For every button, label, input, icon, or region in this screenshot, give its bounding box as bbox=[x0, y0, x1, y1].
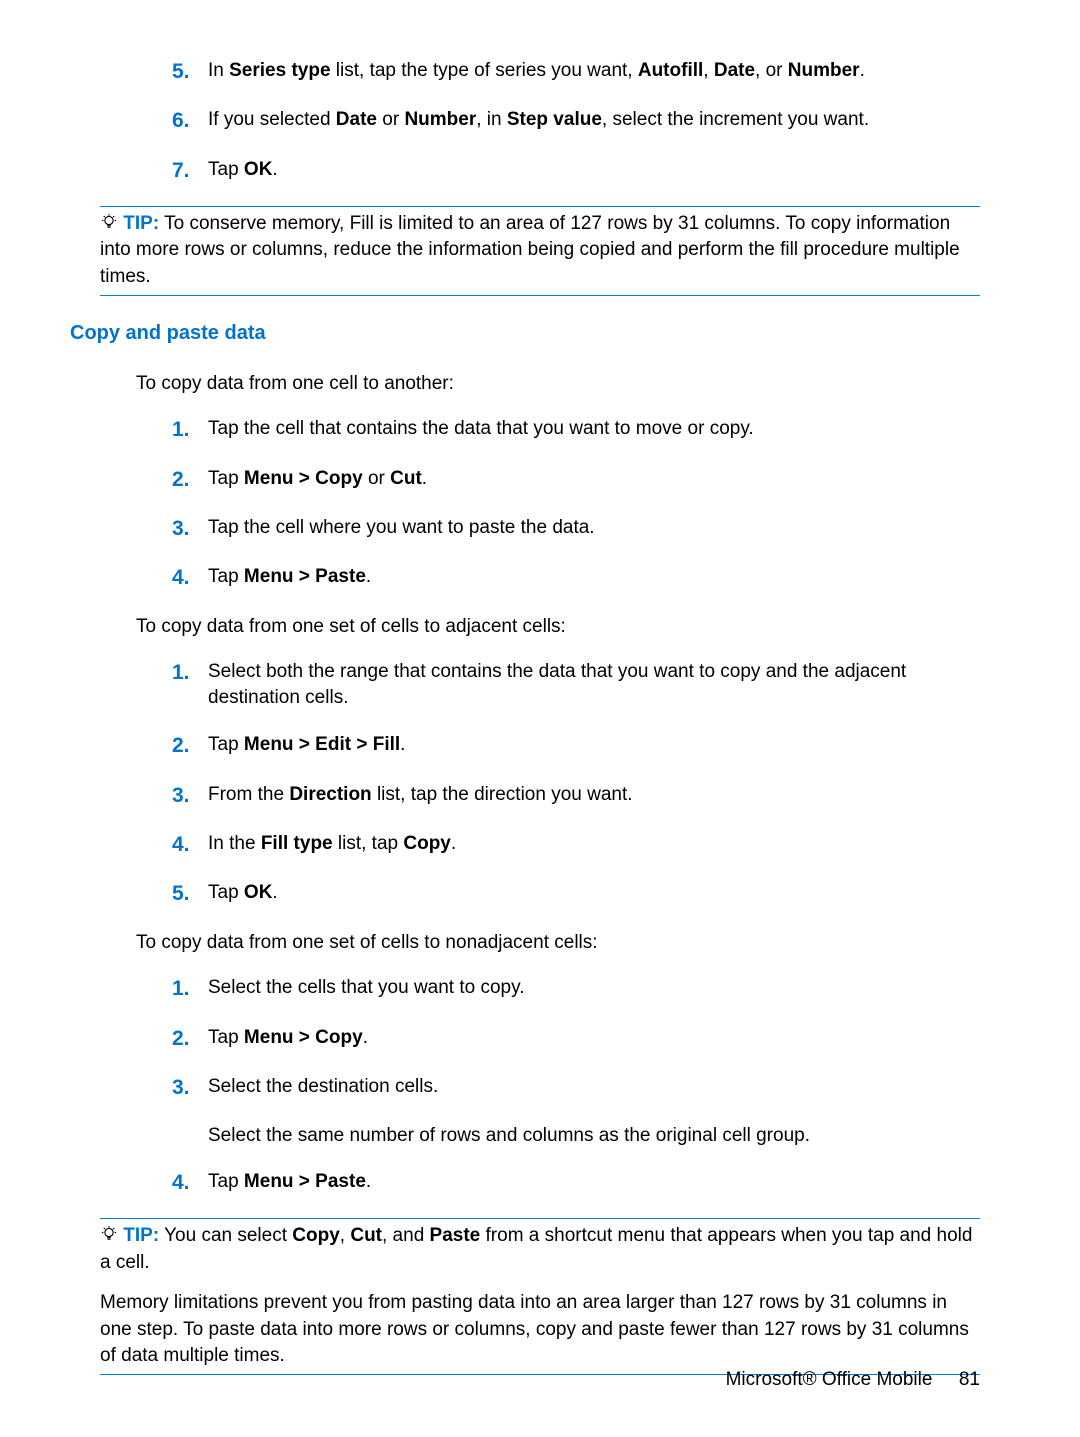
list-item: 3.Select the destination cells. bbox=[172, 1074, 980, 1101]
list-number: 3. bbox=[172, 1074, 208, 1101]
list-item: 2.Tap Menu > Edit > Fill. bbox=[172, 732, 980, 759]
list-number: 5. bbox=[172, 58, 208, 85]
ordered-list-3: 1.Select both the range that contains th… bbox=[100, 659, 980, 907]
lightbulb-icon bbox=[100, 1225, 118, 1243]
list-text: Tap the cell where you want to paste the… bbox=[208, 515, 595, 542]
tip-extra-text: Memory limitations prevent you from past… bbox=[100, 1290, 980, 1370]
ordered-list-2: 1.Tap the cell that contains the data th… bbox=[100, 416, 980, 591]
lightbulb-icon bbox=[100, 213, 118, 231]
list-text: Select the destination cells. bbox=[208, 1074, 438, 1101]
list-number: 2. bbox=[172, 1025, 208, 1052]
list-item: 2.Tap Menu > Copy or Cut. bbox=[172, 466, 980, 493]
list-item: 6.If you selected Date or Number, in Ste… bbox=[172, 107, 980, 134]
list-text: Select the cells that you want to copy. bbox=[208, 975, 525, 1002]
list-number: 6. bbox=[172, 107, 208, 134]
ordered-list-1: 5.In Series type list, tap the type of s… bbox=[100, 58, 980, 184]
paragraph: Select the same number of rows and colum… bbox=[208, 1123, 980, 1149]
list-item: 5.Tap OK. bbox=[172, 880, 980, 907]
list-item: 4.Tap Menu > Paste. bbox=[172, 1169, 980, 1196]
list-item: 2.Tap Menu > Copy. bbox=[172, 1025, 980, 1052]
list-text: From the Direction list, tap the directi… bbox=[208, 782, 633, 809]
list-item: 5.In Series type list, tap the type of s… bbox=[172, 58, 980, 85]
list-number: 1. bbox=[172, 416, 208, 443]
list-item: 1.Tap the cell that contains the data th… bbox=[172, 416, 980, 443]
list-number: 3. bbox=[172, 515, 208, 542]
tip-block: TIP: To conserve memory, Fill is limited… bbox=[100, 207, 980, 295]
list-item: 4.Tap Menu > Paste. bbox=[172, 564, 980, 591]
tip-label: TIP: bbox=[123, 1225, 159, 1246]
page-footer: Microsoft® Office Mobile 81 bbox=[726, 1369, 980, 1391]
list-text: Tap Menu > Copy. bbox=[208, 1025, 368, 1052]
list-item: 7.Tap OK. bbox=[172, 157, 980, 184]
paragraph: To copy data from one cell to another: bbox=[136, 371, 980, 397]
list-text: In the Fill type list, tap Copy. bbox=[208, 831, 456, 858]
list-text: Tap Menu > Paste. bbox=[208, 1169, 371, 1196]
list-text: In Series type list, tap the type of ser… bbox=[208, 58, 865, 85]
list-number: 2. bbox=[172, 466, 208, 493]
list-number: 2. bbox=[172, 732, 208, 759]
tip-text: You can select Copy, Cut, and Paste from… bbox=[100, 1225, 972, 1273]
tip-text: To conserve memory, Fill is limited to a… bbox=[100, 213, 960, 287]
list-text: Select both the range that contains the … bbox=[208, 659, 980, 710]
list-text: Tap Menu > Paste. bbox=[208, 564, 371, 591]
divider bbox=[100, 295, 980, 296]
list-item: 3.From the Direction list, tap the direc… bbox=[172, 782, 980, 809]
list-item: 1.Select the cells that you want to copy… bbox=[172, 975, 980, 1002]
page-number: 81 bbox=[959, 1369, 980, 1390]
document-page: 5.In Series type list, tap the type of s… bbox=[0, 0, 1080, 1437]
list-text: Tap Menu > Copy or Cut. bbox=[208, 466, 427, 493]
list-text: Tap Menu > Edit > Fill. bbox=[208, 732, 405, 759]
list-number: 3. bbox=[172, 782, 208, 809]
list-text: Tap OK. bbox=[208, 157, 278, 184]
tip-label: TIP: bbox=[123, 213, 159, 234]
list-number: 4. bbox=[172, 1169, 208, 1196]
list-number: 4. bbox=[172, 564, 208, 591]
footer-title: Microsoft® Office Mobile bbox=[726, 1369, 933, 1390]
list-number: 7. bbox=[172, 157, 208, 184]
list-text: If you selected Date or Number, in Step … bbox=[208, 107, 869, 134]
tip-block: TIP: You can select Copy, Cut, and Paste… bbox=[100, 1219, 980, 1374]
ordered-list-5: 4.Tap Menu > Paste. bbox=[100, 1169, 980, 1196]
list-item: 4.In the Fill type list, tap Copy. bbox=[172, 831, 980, 858]
list-text: Tap OK. bbox=[208, 880, 278, 907]
list-item: 3.Tap the cell where you want to paste t… bbox=[172, 515, 980, 542]
ordered-list-4: 1.Select the cells that you want to copy… bbox=[100, 975, 980, 1101]
list-text: Tap the cell that contains the data that… bbox=[208, 416, 754, 443]
list-number: 4. bbox=[172, 831, 208, 858]
list-item: 1.Select both the range that contains th… bbox=[172, 659, 980, 710]
paragraph: To copy data from one set of cells to ad… bbox=[136, 614, 980, 640]
paragraph: To copy data from one set of cells to no… bbox=[136, 930, 980, 956]
list-number: 5. bbox=[172, 880, 208, 907]
list-number: 1. bbox=[172, 659, 208, 710]
section-heading: Copy and paste data bbox=[70, 322, 980, 345]
list-number: 1. bbox=[172, 975, 208, 1002]
